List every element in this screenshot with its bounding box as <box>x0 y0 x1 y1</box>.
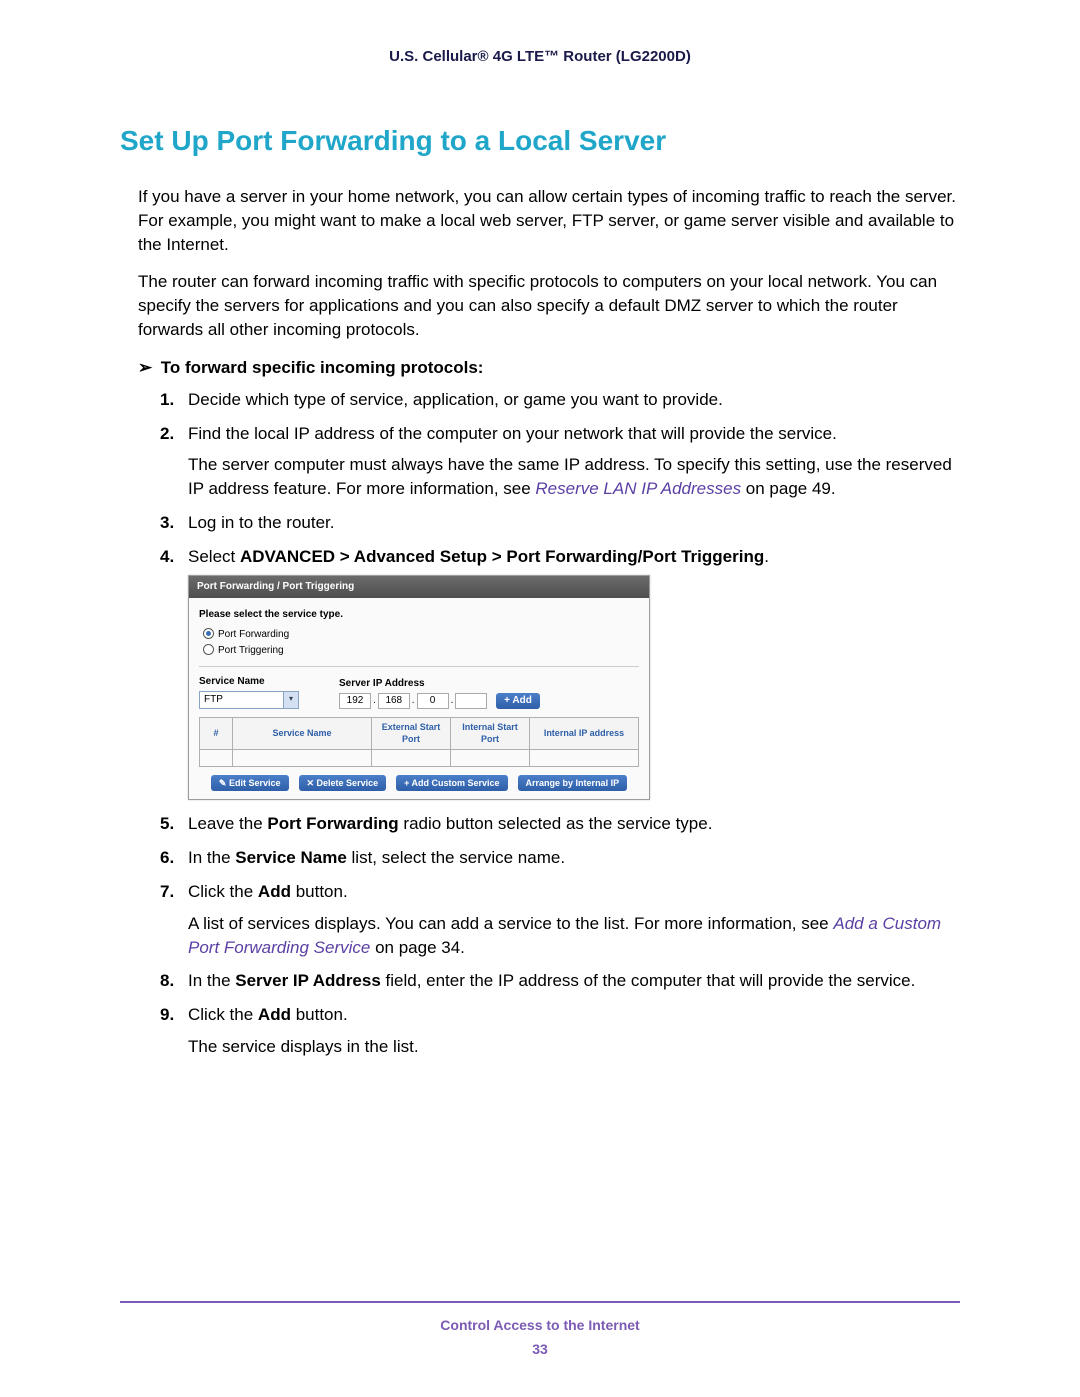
procedure-heading: ➢ To forward specific incoming protocols… <box>138 358 960 378</box>
step-4-c: . <box>764 547 769 566</box>
page-footer: Control Access to the Internet 33 <box>120 1301 960 1357</box>
step-8-b: Server IP Address <box>235 971 381 990</box>
step-4-a: Select <box>188 547 240 566</box>
step-9: Click the Add button. The service displa… <box>160 1003 960 1059</box>
server-ip-field-group: 192.168.0. + Add <box>339 693 540 709</box>
ip-octet-4[interactable] <box>455 693 487 709</box>
edit-service-button[interactable]: ✎ Edit Service <box>211 775 289 792</box>
step-3: Log in to the router. <box>160 511 960 535</box>
step-7-a: Click the <box>188 882 258 901</box>
th-internal-port: Internal Start Port <box>451 717 530 749</box>
radio-trg-label: Port Triggering <box>218 645 284 656</box>
footer-page-number: 33 <box>120 1341 960 1357</box>
radio-dot-selected-icon <box>203 628 214 639</box>
radio-fwd-label: Port Forwarding <box>218 629 289 640</box>
ip-octet-1[interactable]: 192 <box>339 693 371 709</box>
step-8-a: In the <box>188 971 235 990</box>
chevron-down-icon: ▾ <box>283 692 298 708</box>
arrange-by-ip-button[interactable]: Arrange by Internal IP <box>518 775 628 792</box>
step-6-b: Service Name <box>235 848 347 867</box>
step-3-text: Log in to the router. <box>188 513 335 532</box>
step-1-text: Decide which type of service, applicatio… <box>188 390 723 409</box>
step-6: In the Service Name list, select the ser… <box>160 846 960 870</box>
document-header: U.S. Cellular® 4G LTE™ Router (LG2200D) <box>120 48 960 65</box>
step-2-note: The server computer must always have the… <box>188 453 960 501</box>
step-6-a: In the <box>188 848 235 867</box>
step-1: Decide which type of service, applicatio… <box>160 388 960 412</box>
intro-paragraph-1: If you have a server in your home networ… <box>138 185 960 256</box>
ip-octet-3[interactable]: 0 <box>417 693 449 709</box>
step-6-c: list, select the service name. <box>347 848 565 867</box>
radio-dot-empty-icon <box>203 644 214 655</box>
step-7-note-b: on page 34. <box>370 938 465 957</box>
add-button[interactable]: + Add <box>496 693 540 709</box>
footer-chapter: Control Access to the Internet <box>120 1317 960 1333</box>
services-table: # Service Name External Start Port Inter… <box>199 717 639 767</box>
step-7-c: button. <box>291 882 348 901</box>
intro-paragraph-2: The router can forward incoming traffic … <box>138 270 960 341</box>
th-num: # <box>200 717 233 749</box>
step-9-b: Add <box>258 1005 291 1024</box>
delete-service-button[interactable]: ✕ Delete Service <box>299 775 387 792</box>
service-name-dropdown[interactable]: FTP ▾ <box>199 691 299 709</box>
step-7-note-a: A list of services displays. You can add… <box>188 914 833 933</box>
step-2-text: Find the local IP address of the compute… <box>188 424 837 443</box>
step-2: Find the local IP address of the compute… <box>160 422 960 501</box>
add-custom-service-button[interactable]: + Add Custom Service <box>396 775 507 792</box>
section-title: Set Up Port Forwarding to a Local Server <box>120 125 960 157</box>
procedure-heading-text: To forward specific incoming protocols: <box>161 358 484 377</box>
reserve-ip-link[interactable]: Reserve LAN IP Addresses <box>535 479 741 498</box>
step-4-path: ADVANCED > Advanced Setup > Port Forward… <box>240 547 764 566</box>
step-5-c: radio button selected as the service typ… <box>399 814 713 833</box>
step-2-note-b: on page 49. <box>741 479 836 498</box>
step-5-a: Leave the <box>188 814 267 833</box>
service-name-label: Service Name <box>199 675 299 689</box>
step-8: In the Server IP Address field, enter th… <box>160 969 960 993</box>
table-row <box>200 749 639 766</box>
th-internal-ip: Internal IP address <box>530 717 639 749</box>
step-5-b: Port Forwarding <box>267 814 398 833</box>
dropdown-value: FTP <box>204 694 223 705</box>
step-7-note: A list of services displays. You can add… <box>188 912 960 960</box>
ui-select-type-label: Please select the service type. <box>199 608 639 622</box>
step-5: Leave the Port Forwarding radio button s… <box>160 812 960 836</box>
procedure-arrow-icon: ➢ <box>138 358 156 378</box>
ip-octet-2[interactable]: 168 <box>378 693 410 709</box>
step-8-c: field, enter the IP address of the compu… <box>381 971 916 990</box>
radio-port-forwarding[interactable]: Port Forwarding <box>203 628 639 642</box>
th-external-port: External Start Port <box>372 717 451 749</box>
ui-divider <box>199 666 639 667</box>
step-9-note: The service displays in the list. <box>188 1035 960 1059</box>
step-9-c: button. <box>291 1005 348 1024</box>
step-9-a: Click the <box>188 1005 258 1024</box>
ui-titlebar: Port Forwarding / Port Triggering <box>189 576 649 598</box>
ui-screenshot: Port Forwarding / Port Triggering Please… <box>188 575 650 801</box>
step-7-b: Add <box>258 882 291 901</box>
step-4: Select ADVANCED > Advanced Setup > Port … <box>160 545 960 801</box>
th-service: Service Name <box>233 717 372 749</box>
step-7: Click the Add button. A list of services… <box>160 880 960 959</box>
server-ip-label: Server IP Address <box>339 677 540 691</box>
radio-port-triggering[interactable]: Port Triggering <box>203 644 639 658</box>
